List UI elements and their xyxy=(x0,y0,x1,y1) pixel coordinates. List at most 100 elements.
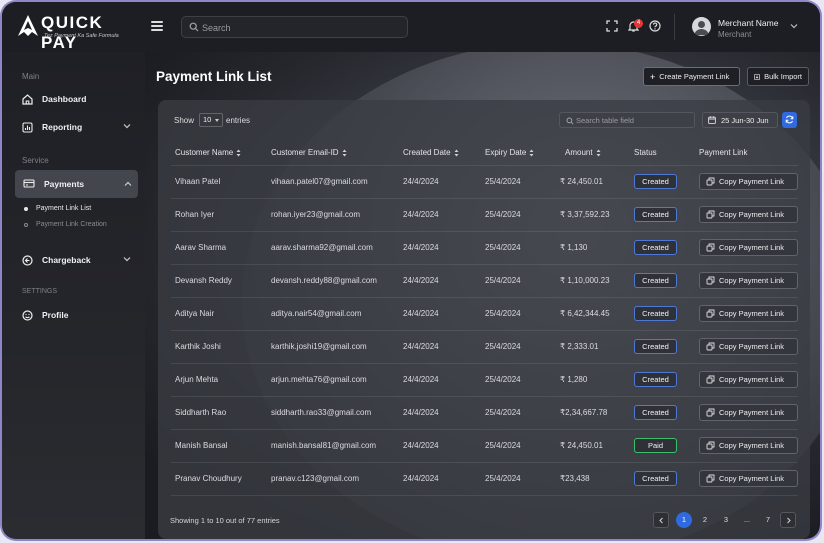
sidebar-section-service: Service xyxy=(22,156,49,165)
copy-payment-link-button[interactable]: Copy Payment Link xyxy=(699,470,798,487)
sidebar-subitem-payment-link-creation[interactable]: Payment Link Creation xyxy=(24,221,107,228)
expiry-date-cell: 25/4/2024 xyxy=(485,243,521,252)
copy-payment-link-button[interactable]: Copy Payment Link xyxy=(699,371,798,388)
pagination-prev-button[interactable] xyxy=(653,512,669,528)
sidebar-section-main: Main xyxy=(22,72,40,81)
fullscreen-icon[interactable] xyxy=(606,20,618,32)
amount-cell: ₹2,34,667.78 xyxy=(560,408,608,417)
customer-name-cell: Pranav Choudhury xyxy=(175,474,242,483)
copy-payment-link-button[interactable]: Copy Payment Link xyxy=(699,206,798,223)
copy-payment-link-button[interactable]: Copy Payment Link xyxy=(699,404,798,421)
inactive-dot-icon xyxy=(24,222,28,227)
pagination-page-button[interactable]: 7 xyxy=(760,512,776,528)
created-date-cell: 24/4/2024 xyxy=(403,474,439,483)
date-range-value: 25 Jun-30 Jun xyxy=(721,115,769,125)
app-tagline: Tez Payment Ka Safe Formula xyxy=(44,33,119,39)
expiry-date-cell: 25/4/2024 xyxy=(485,408,521,417)
hamburger-icon[interactable] xyxy=(151,21,163,31)
row-divider xyxy=(171,429,798,430)
avatar[interactable] xyxy=(692,17,711,36)
create-payment-link-label: Create Payment Link xyxy=(659,72,730,81)
column-header-label: Payment Link xyxy=(699,148,748,157)
sidebar-item-chargeback[interactable]: Chargeback xyxy=(22,249,137,271)
copy-payment-link-button[interactable]: Copy Payment Link xyxy=(699,305,798,322)
customer-name-cell: Aditya Nair xyxy=(175,309,215,318)
date-range-picker[interactable]: 25 Jun-30 Jun xyxy=(702,112,778,128)
expiry-date-cell: 25/4/2024 xyxy=(485,474,521,483)
entries-per-page-select[interactable]: 10 xyxy=(199,113,223,127)
sort-icon xyxy=(596,149,601,156)
copy-payment-link-label: Copy Payment Link xyxy=(719,177,785,186)
amount-cell: ₹ 1,130 xyxy=(560,243,588,252)
refresh-button[interactable] xyxy=(782,112,797,128)
customer-name-cell: Manish Bansal xyxy=(175,441,228,450)
pagination-page-button[interactable]: 3 xyxy=(718,512,734,528)
copy-payment-link-label: Copy Payment Link xyxy=(719,441,785,450)
column-header-label: Customer Name xyxy=(175,148,234,157)
copy-payment-link-button[interactable]: Copy Payment Link xyxy=(699,239,798,256)
chevron-left-icon xyxy=(659,517,663,524)
column-header[interactable]: Created Date xyxy=(403,148,459,157)
sidebar-subitem-payment-link-list[interactable]: Payment Link List xyxy=(24,205,91,212)
refresh-icon xyxy=(785,115,794,124)
customer-name-cell: Karthik Joshi xyxy=(175,342,221,351)
user-name[interactable]: Merchant Name xyxy=(718,18,778,28)
help-icon[interactable] xyxy=(649,20,661,32)
table-search[interactable] xyxy=(559,112,695,128)
global-search-input[interactable] xyxy=(202,20,402,35)
app-logo[interactable]: QUICK PAY Tez Payment Ka Safe Formula xyxy=(17,12,137,52)
pagination-ellipsis: ... xyxy=(743,515,751,524)
copy-payment-link-button[interactable]: Copy Payment Link xyxy=(699,272,798,289)
sidebar-item-reporting[interactable]: Reporting xyxy=(22,116,137,138)
created-date-cell: 24/4/2024 xyxy=(403,375,439,384)
status-badge: Created xyxy=(634,240,677,255)
sidebar-item-dashboard[interactable]: Dashboard xyxy=(22,88,137,110)
expiry-date-cell: 25/4/2024 xyxy=(485,276,521,285)
copy-icon xyxy=(706,243,715,252)
customer-name-cell: Devansh Reddy xyxy=(175,276,232,285)
bulk-import-button[interactable]: Bulk Import xyxy=(747,67,809,86)
pagination-page-button[interactable]: 2 xyxy=(697,512,713,528)
expiry-date-cell: 25/4/2024 xyxy=(485,309,521,318)
column-header-label: Expiry Date xyxy=(485,148,527,157)
copy-icon xyxy=(706,210,715,219)
expiry-date-cell: 25/4/2024 xyxy=(485,441,521,450)
sort-icon xyxy=(454,149,459,156)
copy-payment-link-button[interactable]: Copy Payment Link xyxy=(699,437,798,454)
customer-email-cell: arjun.mehta76@gmail.com xyxy=(271,375,367,384)
sidebar-item-profile[interactable]: Profile xyxy=(22,304,137,326)
copy-payment-link-button[interactable]: Copy Payment Link xyxy=(699,338,798,355)
column-header[interactable]: Expiry Date xyxy=(485,148,534,157)
sidebar-subitem-label: Payment Link List xyxy=(36,205,92,212)
pagination-page-button[interactable]: 1 xyxy=(676,512,692,528)
expiry-date-cell: 25/4/2024 xyxy=(485,177,521,186)
sort-icon xyxy=(236,149,241,156)
sort-icon xyxy=(529,149,534,156)
copy-payment-link-label: Copy Payment Link xyxy=(719,309,785,318)
sidebar-item-payments[interactable]: Payments xyxy=(15,170,138,198)
created-date-cell: 24/4/2024 xyxy=(403,177,439,186)
column-header: Status xyxy=(634,148,657,157)
column-header[interactable]: Customer Email-ID xyxy=(271,148,347,157)
user-role: Merchant xyxy=(718,30,752,39)
copy-payment-link-button[interactable]: Copy Payment Link xyxy=(699,173,798,190)
chevron-down-icon[interactable] xyxy=(790,23,798,29)
create-payment-link-button[interactable]: + Create Payment Link xyxy=(643,67,740,86)
column-header[interactable]: Amount xyxy=(565,148,601,157)
column-header[interactable]: Customer Name xyxy=(175,148,241,157)
pagination-next-button[interactable] xyxy=(780,512,796,528)
show-label: Show xyxy=(174,116,195,125)
amount-cell: ₹ 2,333.01 xyxy=(560,342,599,351)
status-badge: Created xyxy=(634,273,677,288)
table-search-input[interactable] xyxy=(576,115,691,126)
amount-cell: ₹ 24,450.01 xyxy=(560,177,603,186)
amount-cell: ₹ 24,450.01 xyxy=(560,441,603,450)
calendar-icon xyxy=(708,116,716,124)
amount-cell: ₹ 3,37,592.23 xyxy=(560,210,610,219)
sidebar: Main Dashboard Reporting Service Payment… xyxy=(2,52,145,539)
status-badge: Created xyxy=(634,372,677,387)
global-search[interactable] xyxy=(181,16,408,38)
top-header: QUICK PAY Tez Payment Ka Safe Formula 4 xyxy=(2,2,820,52)
created-date-cell: 24/4/2024 xyxy=(403,276,439,285)
plus-icon: + xyxy=(650,71,656,82)
